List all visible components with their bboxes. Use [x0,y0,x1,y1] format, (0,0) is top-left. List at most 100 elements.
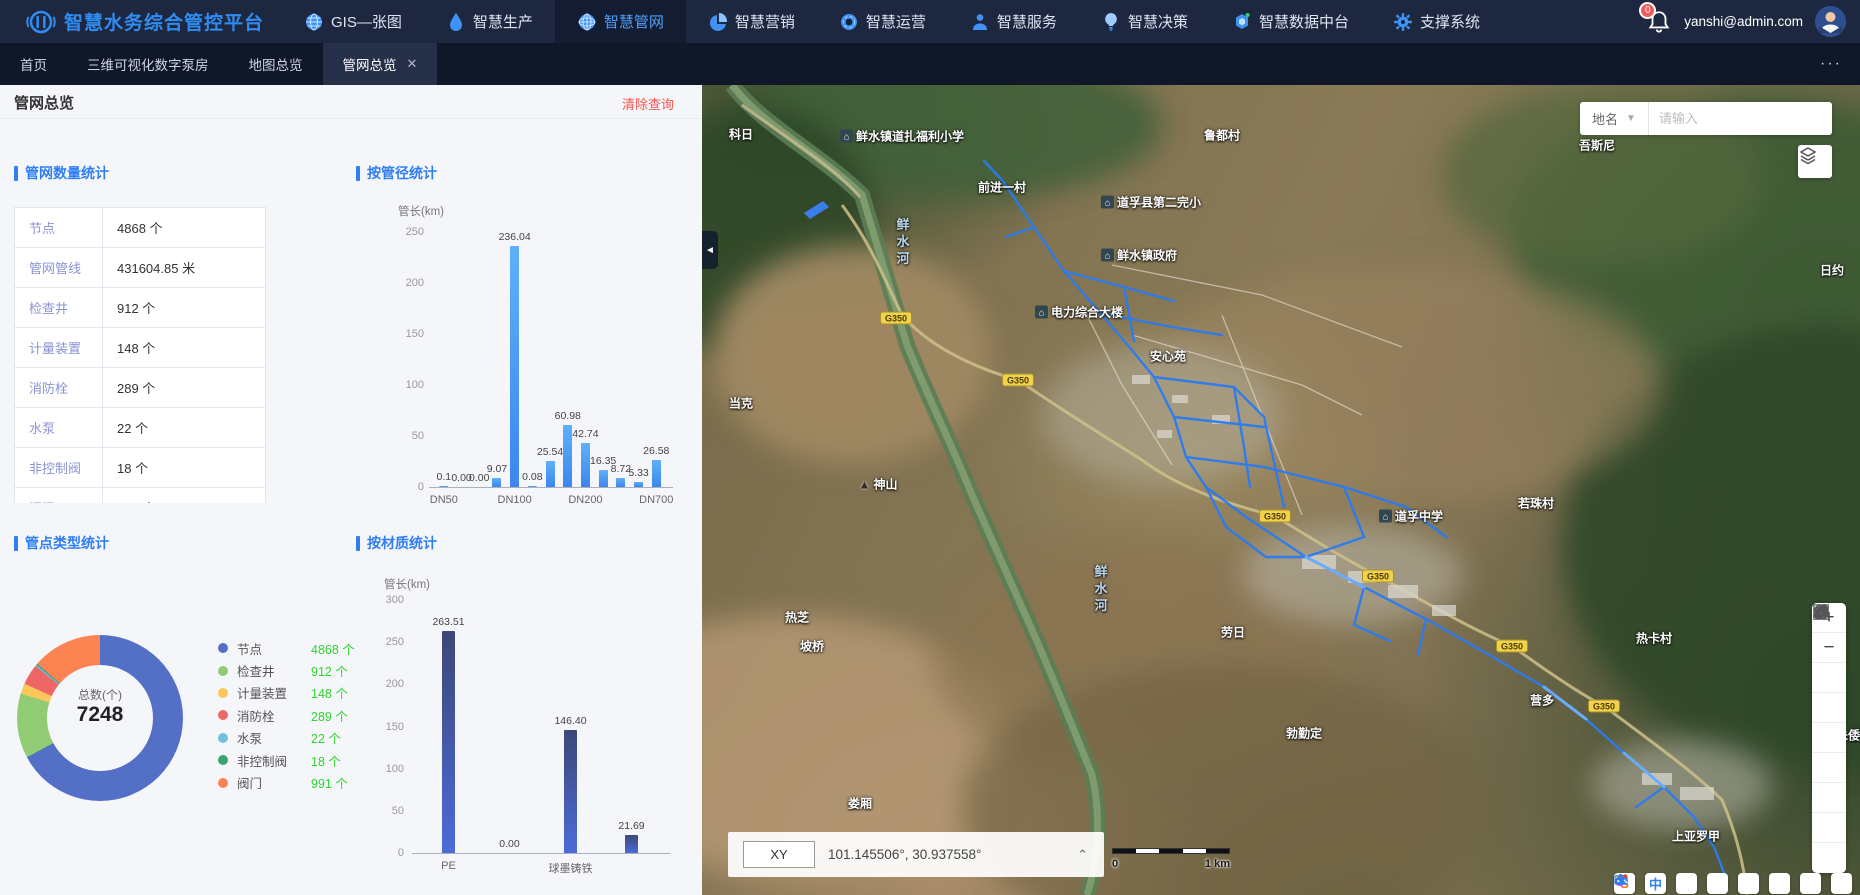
pie-chart-icon [708,12,728,32]
bar [634,482,643,487]
clear-query-button[interactable]: 清除查询 [622,94,674,113]
tab-2[interactable]: 三维可视化数字泵房 [67,43,229,85]
stat-value: 431604.85 米 [103,248,266,288]
nav-item-8[interactable]: 智慧数据中台 [1210,0,1371,43]
bar-value-label: 0.00 [499,838,519,850]
map-label-text: 上亚罗甲 [1672,828,1720,845]
chevron-up-icon[interactable]: ⌃ [1077,847,1088,863]
y-tick-label: 50 [360,805,404,817]
top-navigation-bar: 智慧水务综合管控平台 GIS—张图 智慧生产 智慧管网智慧营销智慧运营智慧服务智慧决… [0,0,1860,43]
home-button[interactable] [1812,843,1846,873]
print-button[interactable] [1812,723,1846,753]
river-name-label: 鲜水河 [1091,565,1110,616]
nav-item-5[interactable]: 智慧运营 [817,0,948,43]
bulb-icon [1101,12,1121,32]
legend-item[interactable]: 消防栓289 个 [218,704,355,726]
legend-item[interactable]: 计量装置148 个 [218,682,355,704]
bar [599,470,608,487]
skin-palette-icon[interactable] [1676,873,1697,894]
map-place-label: ▲神山 [859,476,898,493]
legend-item[interactable]: 阀门991 个 [218,771,355,793]
map-label-text: 安心苑 [1150,348,1186,365]
section-title-type: 管点类型统计 [14,533,109,553]
y-tick-label: 150 [380,328,424,340]
nav-item-6[interactable]: 智慧服务 [948,0,1079,43]
bar [492,478,501,487]
table-row: 非控制阀18 个 [15,448,266,488]
nav-item-4[interactable]: 智慧营销 [686,0,817,43]
bar [616,478,625,487]
soft-keyboard-icon[interactable] [1738,873,1759,894]
bar-value-label: 26.58 [643,445,669,457]
user-avatar[interactable] [1815,6,1846,37]
notification-bell-icon[interactable]: 0 [1646,9,1672,35]
measure-distance-button[interactable] [1812,663,1846,693]
tab-3[interactable]: 地图总览 [229,43,323,85]
bar [510,246,519,487]
legend-list-button[interactable] [1812,753,1846,783]
donut-center-label: 总数(个) [0,686,200,703]
zoom-out-button[interactable]: − [1812,633,1846,663]
school-poi-icon: ⌂ [1379,510,1392,523]
map-search-box: 地名 ▼ [1580,102,1832,135]
map-place-label: 勃勤定 [1286,725,1322,742]
nav-item-3[interactable]: 智慧管网 [555,0,686,43]
y-axis-label: 管长(km) [398,203,444,219]
game-center-icon[interactable] [1831,873,1852,894]
nav-item-1[interactable]: GIS—张图 [282,0,424,43]
legend-count: 148 个 [311,683,348,702]
tab-more-button[interactable]: ··· [1802,43,1860,85]
coordinate-mode-button[interactable]: XY [743,841,815,868]
tab-4[interactable]: 管网总览✕ [323,43,438,85]
panel-collapse-arrow[interactable]: ◄ [702,231,718,269]
nav-item-label: 智慧生产 [473,11,533,32]
globe-icon [304,12,324,32]
y-tick-label: 200 [380,277,424,289]
bar-value-label: 0.1 [437,471,452,483]
nav-item-2[interactable]: 智慧生产 [424,0,555,43]
gov-poi-icon: ⌂ [1035,306,1048,319]
map-label-text: 坡桥 [800,638,824,655]
map-label-text: 科日 [729,126,753,143]
scale-segments [1112,848,1230,854]
stat-value: 912 个 [103,288,266,328]
legend-item[interactable]: 节点4868 个 [218,637,355,659]
app-logo: 智慧水务综合管控平台 [0,7,282,37]
stat-value: 22 个 [103,408,266,448]
bar [564,730,577,853]
measure-area-button[interactable] [1812,693,1846,723]
layers-button[interactable] [1798,145,1832,178]
layer-compare-button[interactable] [1812,783,1846,813]
map-label-text: 当克 [729,395,753,412]
legend-color-dot [218,688,228,698]
map-canvas[interactable]: 科日⌂鲜水镇道扎福利小学鲁都村吾斯尼前进一村⌂道孚县第二完小⌂鲜水镇政府日约⌂电… [702,85,1860,895]
school-poi-icon: ⌂ [840,130,853,143]
table-row: 水泵22 个 [15,408,266,448]
legend-item[interactable]: 非控制阀18 个 [218,749,355,771]
donut-legend: 节点4868 个检查井912 个计量装置148 个消防栓289 个水泵22 个非… [218,637,355,794]
tab-1[interactable]: 首页 [0,43,67,85]
bar-value-label: 60.98 [555,410,581,422]
legend-item[interactable]: 水泵22 个 [218,727,355,749]
tab-close-icon[interactable]: ✕ [407,56,418,72]
x-tick-label: DN50 [430,494,458,506]
map-place-label: 热芝 [785,609,809,626]
nav-item-7[interactable]: 智慧决策 [1079,0,1210,43]
toolbox-wrench-icon[interactable] [1769,873,1790,894]
legend-color-dot [218,643,228,653]
legend-item[interactable]: 检查井912 个 [218,659,355,681]
map-label-text: 吾斯尼 [1579,137,1615,154]
nav-item-9[interactable]: 支撑系统 [1371,0,1502,43]
basemap-globe-button[interactable] [1812,813,1846,843]
map-label-text: 鲜水镇道扎福利小学 [856,128,964,145]
bar-value-label: 5.33 [628,467,648,479]
search-input[interactable] [1649,111,1832,126]
person-icon [970,12,990,32]
sogou-pet-icon[interactable] [1800,873,1821,894]
search-category-dropdown[interactable]: 地名 ▼ [1580,102,1649,135]
zh-mode-icon[interactable]: 中 [1645,873,1666,894]
x-axis-line [429,487,673,488]
voice-mic-icon[interactable] [1707,873,1728,894]
user-email[interactable]: yanshi@admin.com [1684,14,1803,29]
bar [528,486,537,487]
